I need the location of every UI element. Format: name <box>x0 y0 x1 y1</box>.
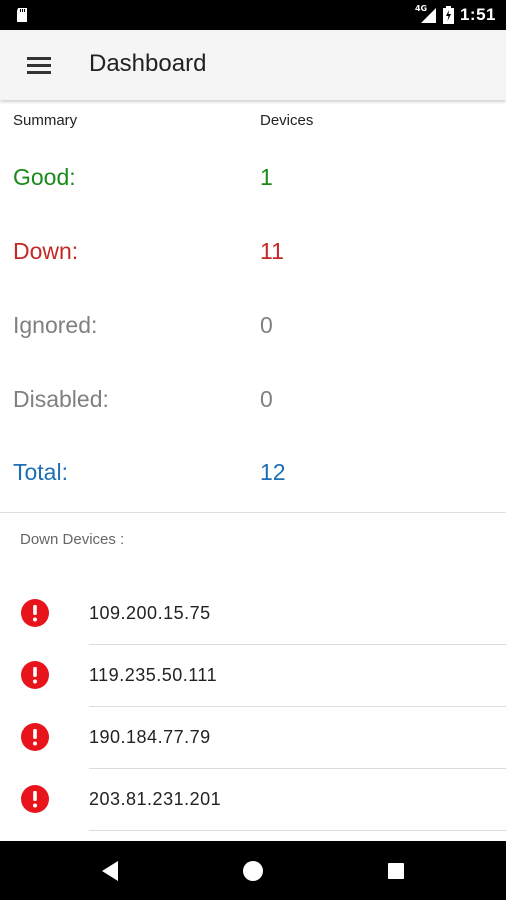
ignored-count: 0 <box>260 312 273 338</box>
good-label: Good: <box>13 164 76 190</box>
status-bar: 4G 1:51 <box>0 0 506 30</box>
divider <box>89 830 506 831</box>
good-count: 1 <box>260 164 273 190</box>
alert-icon <box>21 599 49 627</box>
device-row[interactable]: 109.200.15.75 <box>0 583 506 645</box>
summary-section: Summary Devices Good: 1 Down: 11 Ignored… <box>0 100 506 513</box>
devices-header-label: Devices <box>260 112 314 129</box>
alert-icon <box>21 723 49 751</box>
status-icons: 4G 1:51 <box>415 0 496 30</box>
device-ip: 119.235.50.111 <box>89 665 218 685</box>
device-row[interactable]: 119.235.50.111 <box>0 645 506 707</box>
device-ip: 190.184.77.79 <box>89 727 211 747</box>
clock: 1:51 <box>459 5 496 24</box>
down-devices-title: Down Devices : <box>20 531 125 548</box>
screen: 4G 1:51 Dashboard Summary Devices Good: … <box>0 0 506 900</box>
home-icon[interactable] <box>223 841 283 900</box>
sd-card-icon <box>17 8 27 22</box>
down-label: Down: <box>13 238 79 264</box>
navigation-bar <box>0 841 506 900</box>
ignored-label: Ignored: <box>13 312 98 338</box>
signal-icon: 4G <box>415 4 437 24</box>
battery-icon <box>442 6 454 24</box>
summary-header-label: Summary <box>13 112 78 129</box>
device-ip: 109.200.15.75 <box>89 603 211 623</box>
back-icon[interactable] <box>80 841 140 900</box>
device-row[interactable]: 203.81.231.201 <box>0 769 506 831</box>
alert-icon <box>21 661 49 689</box>
device-row[interactable]: 190.184.77.79 <box>0 707 506 769</box>
total-label: Total: <box>13 459 68 485</box>
device-ip: 203.81.231.201 <box>89 789 222 809</box>
total-count: 12 <box>260 459 286 485</box>
disabled-label: Disabled: <box>13 386 109 412</box>
alert-icon <box>21 785 49 813</box>
app-bar: Dashboard <box>0 30 506 100</box>
page-title: Dashboard <box>89 50 207 77</box>
disabled-count: 0 <box>260 386 273 412</box>
hamburger-menu-icon[interactable] <box>22 50 56 80</box>
down-count: 11 <box>260 238 284 264</box>
recents-icon[interactable] <box>366 841 426 900</box>
